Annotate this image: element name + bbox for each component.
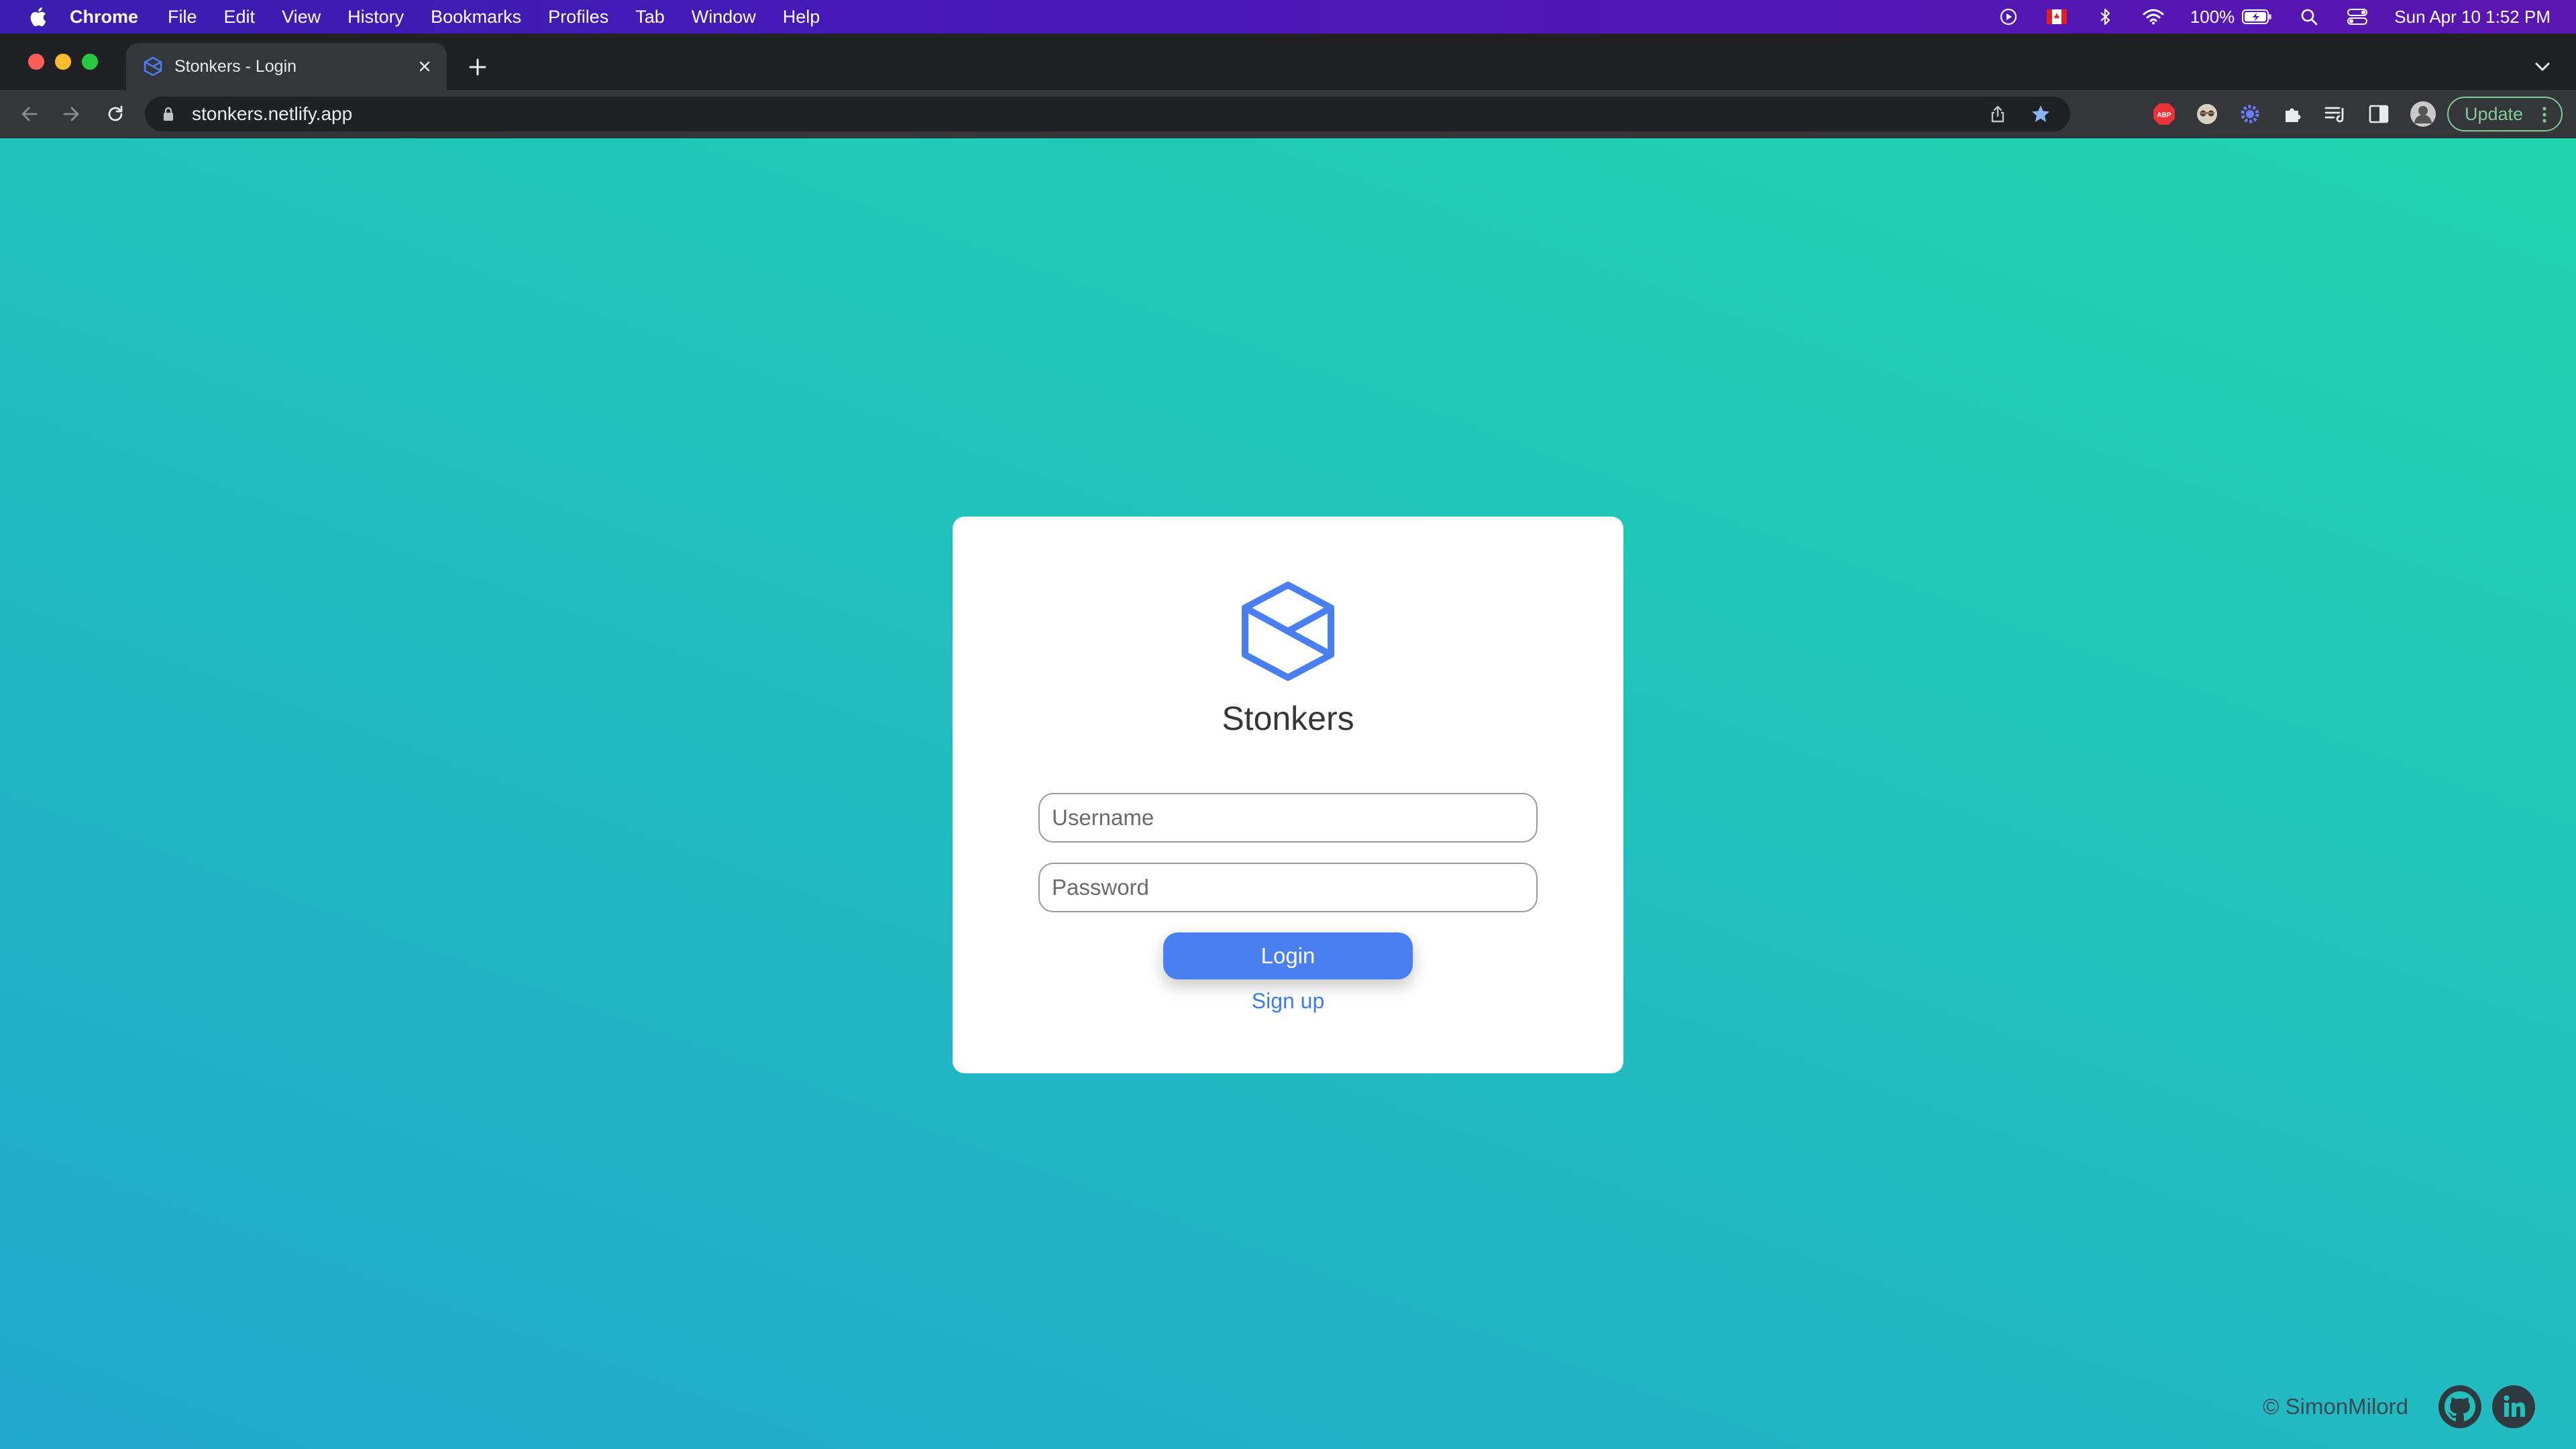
menu-view[interactable]: View [282, 7, 321, 28]
menu-bookmarks[interactable]: Bookmarks [431, 7, 521, 28]
lock-icon[interactable] [160, 105, 177, 123]
bluetooth-icon[interactable] [2094, 7, 2116, 27]
screen-record-icon[interactable] [1997, 7, 2020, 27]
update-label: Update [2465, 103, 2524, 124]
share-icon[interactable] [1984, 101, 2011, 127]
browser-tab-strip: Stonkers - Login [0, 34, 2576, 90]
menu-edit[interactable]: Edit [224, 7, 256, 28]
footer-copyright: © SimonMilord [2263, 1394, 2408, 1419]
window-zoom-button[interactable] [82, 54, 98, 70]
page-viewport: Stonkers Login Sign up © SimonMilord [0, 138, 2576, 1449]
extensions-puzzle-icon[interactable] [2279, 101, 2306, 127]
spotlight-search-icon[interactable] [2298, 7, 2320, 27]
github-icon[interactable] [2438, 1385, 2482, 1429]
bookmark-star-icon[interactable] [2027, 101, 2054, 127]
password-input[interactable] [1038, 863, 1538, 912]
canada-flag-icon[interactable] [2045, 7, 2068, 27]
tab-close-icon[interactable] [413, 55, 436, 78]
menu-file[interactable]: File [168, 7, 197, 28]
menu-help[interactable]: Help [783, 7, 820, 28]
window-close-button[interactable] [28, 54, 44, 70]
profile-avatar[interactable] [2410, 101, 2436, 127]
menu-window[interactable]: Window [692, 7, 756, 28]
address-bar[interactable]: stonkers.netlify.app [145, 97, 2070, 131]
back-arrow-icon[interactable] [16, 101, 43, 127]
side-panel-icon[interactable] [2365, 101, 2392, 127]
menu-bar-status-area: 100% Sun Apr 10 1:52 PM [1997, 0, 2551, 34]
forward-arrow-icon[interactable] [58, 101, 85, 127]
menu-bar-clock[interactable]: Sun Apr 10 1:52 PM [2394, 7, 2551, 28]
page-footer: © SimonMilord [2263, 1383, 2536, 1430]
chrome-update-button[interactable]: Update [2447, 97, 2563, 131]
battery-icon[interactable] [2241, 7, 2272, 27]
tab-title: Stonkers - Login [174, 56, 297, 76]
more-options-icon[interactable] [2541, 106, 2548, 123]
cube-icon [1241, 581, 1335, 682]
menu-app-name[interactable]: Chrome [70, 7, 138, 28]
window-minimize-button[interactable] [55, 54, 71, 70]
reload-icon[interactable] [102, 101, 129, 127]
wifi-icon[interactable] [2142, 7, 2165, 27]
browser-tab-active[interactable]: Stonkers - Login [126, 43, 447, 90]
browser-toolbar: stonkers.netlify.app ABP Update [0, 90, 2576, 138]
extension-gear-icon[interactable] [2237, 101, 2263, 127]
stonkers-favicon-icon [142, 56, 164, 77]
macos-menu-bar: Chrome File Edit View History Bookmarks … [0, 0, 2576, 34]
battery-percentage: 100% [2190, 6, 2235, 27]
adblock-plus-icon[interactable]: ABP [2151, 101, 2178, 127]
menu-tab[interactable]: Tab [635, 7, 665, 28]
reading-list-icon[interactable] [2322, 101, 2349, 127]
svg-text:ABP: ABP [2157, 112, 2171, 119]
username-input[interactable] [1038, 793, 1538, 843]
login-button[interactable]: Login [1163, 932, 1413, 979]
linkedin-icon[interactable] [2491, 1385, 2536, 1429]
brand-name: Stonkers [1222, 700, 1354, 737]
menu-history[interactable]: History [347, 7, 404, 28]
address-bar-url[interactable]: stonkers.netlify.app [192, 103, 1984, 125]
signup-link[interactable]: Sign up [953, 989, 1623, 1014]
login-card: Stonkers Login Sign up [953, 517, 1623, 1073]
tab-search-chevron-icon[interactable] [2530, 55, 2555, 79]
menu-profiles[interactable]: Profiles [548, 7, 608, 28]
new-tab-icon[interactable] [464, 54, 491, 80]
extension-mask-icon[interactable] [2194, 101, 2220, 127]
apple-icon[interactable] [25, 5, 50, 29]
control-center-icon[interactable] [2346, 7, 2369, 27]
